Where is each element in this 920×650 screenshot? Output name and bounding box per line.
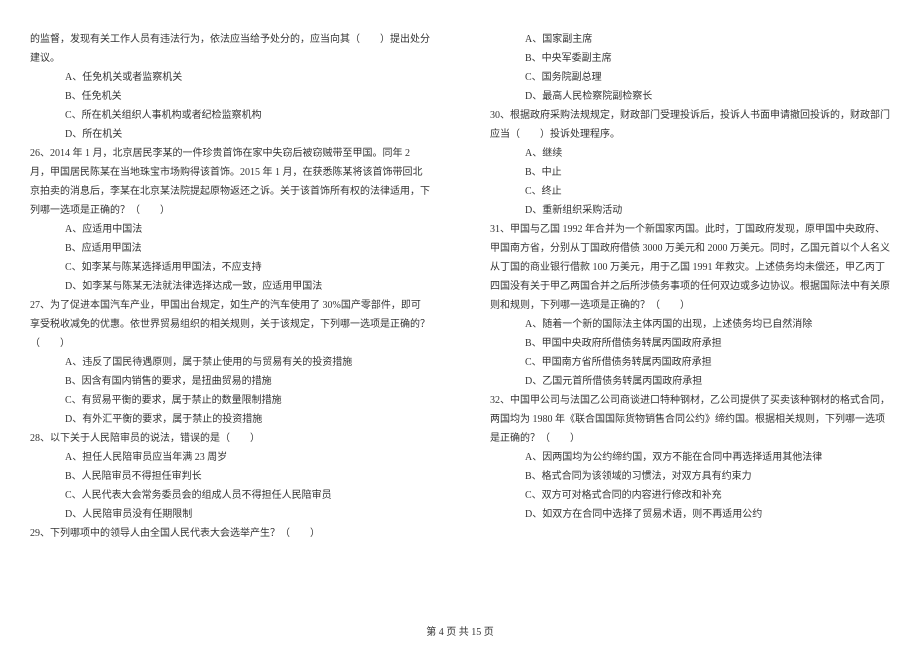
right-column: A、国家副主席 B、中央军委副主席 C、国务院副总理 D、最高人民检察院副检察长… xyxy=(460,0,920,620)
q32-opt-a: A、因两国均为公约缔约国，双方不能在合同中再选择适用其他法律 xyxy=(490,448,890,467)
q27-opt-d: D、有外汇平衡的要求，属于禁止的投资措施 xyxy=(30,410,430,429)
q30-opt-c: C、终止 xyxy=(490,182,890,201)
q25-tail: 的监督，发现有关工作人员有违法行为，依法应当给予处分的，应当向其（ ）提出处分建… xyxy=(30,30,430,68)
q27: 27、为了促进本国汽车产业，甲国出台规定，如生产的汽车使用了 30%国产零部件，… xyxy=(30,296,430,353)
q27-opt-c: C、有贸易平衡的要求，属于禁止的数量限制措施 xyxy=(30,391,430,410)
q32-opt-c: C、双方可对格式合同的内容进行修改和补充 xyxy=(490,486,890,505)
q32-opt-b: B、格式合同为该领域的习惯法，对双方具有约束力 xyxy=(490,467,890,486)
q29-opt-d: D、最高人民检察院副检察长 xyxy=(490,87,890,106)
q25-opt-b: B、任免机关 xyxy=(30,87,430,106)
q30-opt-d: D、重新组织采购活动 xyxy=(490,201,890,220)
q25-opt-d: D、所在机关 xyxy=(30,125,430,144)
q30-opt-b: B、中止 xyxy=(490,163,890,182)
q32-opt-d: D、如双方在合同中选择了贸易术语，则不再适用公约 xyxy=(490,505,890,524)
page-footer: 第 4 页 共 15 页 xyxy=(0,623,920,638)
q31: 31、甲国与乙国 1992 年合并为一个新国家丙国。此时，丁国政府发现，原甲国中… xyxy=(490,220,890,315)
q25-opt-c: C、所在机关组织人事机构或者纪检监察机构 xyxy=(30,106,430,125)
q28-opt-a: A、担任人民陪审员应当年满 23 周岁 xyxy=(30,448,430,467)
q26-opt-a: A、应适用中国法 xyxy=(30,220,430,239)
q28-opt-b: B、人民陪审员不得担任审判长 xyxy=(30,467,430,486)
q31-opt-b: B、甲国中央政府所借债务转属丙国政府承担 xyxy=(490,334,890,353)
q30-opt-a: A、继续 xyxy=(490,144,890,163)
q29-opt-b: B、中央军委副主席 xyxy=(490,49,890,68)
q28-opt-c: C、人民代表大会常务委员会的组成人员不得担任人民陪审员 xyxy=(30,486,430,505)
q32: 32、中国甲公司与法国乙公司商谈进口特种钢材，乙公司提供了买卖该种钢材的格式合同… xyxy=(490,391,890,448)
q26-opt-d: D、如李某与陈某无法就法律选择达成一致，应适用甲国法 xyxy=(30,277,430,296)
q29-opt-a: A、国家副主席 xyxy=(490,30,890,49)
q30: 30、根据政府采购法规规定，财政部门受理投诉后，投诉人书面申请撤回投诉的，财政部… xyxy=(490,106,890,144)
left-column: 的监督，发现有关工作人员有违法行为，依法应当给予处分的，应当向其（ ）提出处分建… xyxy=(0,0,460,620)
q31-opt-c: C、甲国南方省所借债务转属丙国政府承担 xyxy=(490,353,890,372)
q28-opt-d: D、人民陪审员没有任期限制 xyxy=(30,505,430,524)
q27-opt-a: A、违反了国民待遇原则，属于禁止使用的与贸易有关的投资措施 xyxy=(30,353,430,372)
q25-opt-a: A、任免机关或者监察机关 xyxy=(30,68,430,87)
q26-opt-c: C、如李某与陈某选择适用甲国法，不应支持 xyxy=(30,258,430,277)
q29-opt-c: C、国务院副总理 xyxy=(490,68,890,87)
q31-opt-d: D、乙国元首所借债务转属丙国政府承担 xyxy=(490,372,890,391)
q31-opt-a: A、随着一个新的国际法主体丙国的出现，上述债务均已自然消除 xyxy=(490,315,890,334)
q26-opt-b: B、应适用甲国法 xyxy=(30,239,430,258)
q27-opt-b: B、因含有国内销售的要求，是扭曲贸易的措施 xyxy=(30,372,430,391)
page-body: 的监督，发现有关工作人员有违法行为，依法应当给予处分的，应当向其（ ）提出处分建… xyxy=(0,0,920,620)
q29: 29、下列哪项中的领导人由全国人民代表大会选举产生？（ ） xyxy=(30,524,430,543)
q28: 28、以下关于人民陪审员的说法，错误的是（ ） xyxy=(30,429,430,448)
q26: 26、2014 年 1 月，北京居民李某的一件珍贵首饰在家中失窃后被窃贼带至甲国… xyxy=(30,144,430,220)
